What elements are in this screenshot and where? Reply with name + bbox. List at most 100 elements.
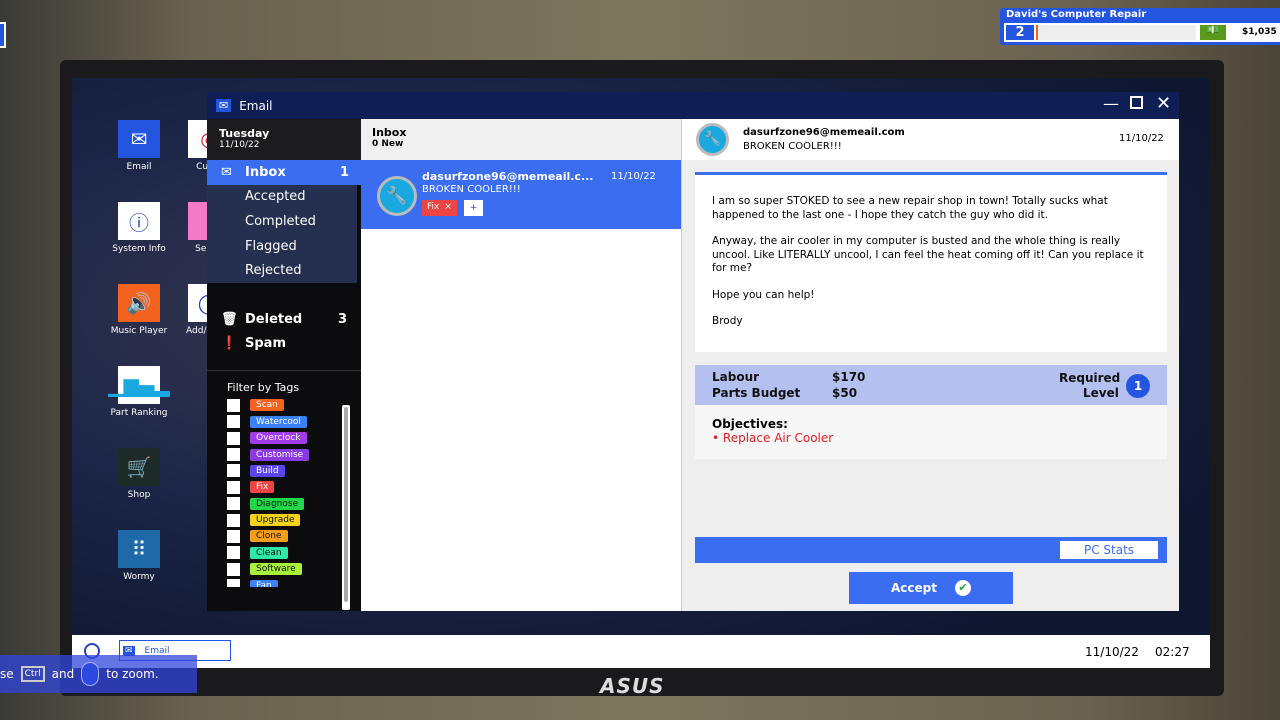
envelope-icon: ✉ [216,99,232,112]
folder-accepted[interactable]: Accepted [207,184,357,210]
tag-filter-scan[interactable]: Scan [227,397,361,413]
email-detail: 🔧 dasurfzone96@memeail.com BROKEN COOLER… [681,119,1179,611]
tag-fix: Fix × [422,200,457,216]
folder-inbox[interactable]: ✉ Inbox 1 [207,160,361,185]
tag-filter-overclock[interactable]: Overclock [227,430,361,446]
label: System Info [112,244,166,254]
tag-label: Fan [250,579,278,588]
add-tag-button[interactable]: + [464,200,483,216]
sender: dasurfzone96@memeail.com [743,127,905,138]
envelope-icon: ✉ [123,645,135,656]
tag-label: Clean [250,546,288,559]
parts-label: Parts Budget [712,386,801,400]
tag-label: Fix [250,481,275,494]
remove-tag-button[interactable]: × [444,202,452,214]
label: Accepted [245,189,306,205]
list-title: Inbox [372,126,407,139]
cart-icon: 🛒 [118,448,160,486]
checkbox[interactable] [227,480,240,494]
checkbox[interactable] [227,448,240,462]
label: Shop [127,490,151,500]
folder-flagged[interactable]: Flagged [207,233,357,259]
player-level: 2 [1006,25,1034,40]
subject: BROKEN COOLER!!! [743,141,842,152]
desktop-icon-wormy[interactable]: ⠿ Wormy [104,530,174,582]
tag-filter-clone[interactable]: Clone [227,528,361,544]
desktop-icon-shop[interactable]: 🛒 Shop [104,448,174,500]
checkbox[interactable] [227,497,240,511]
folder-completed[interactable]: Completed [207,209,357,234]
objective: Replace Air Cooler [722,431,834,445]
labour-value: $170 [832,370,866,384]
list-header: Inbox 0 New [361,119,681,160]
tag-filter-diagnose[interactable]: Diagnose [227,496,361,512]
company-name: David's Computer Repair [1006,9,1147,20]
tag-label: Customise [250,448,310,461]
money-icon: 💵 [1200,25,1226,40]
email-date: 11/10/22 [611,171,656,182]
tag-filter-customise[interactable]: Customise [227,446,361,462]
checkbox[interactable] [227,398,240,412]
paragraph: Hope you can help! [712,288,815,301]
close-button[interactable]: ✕ [1156,93,1171,114]
hint-text: to zoom. [106,667,159,681]
folder-spam[interactable]: ❗ Spam [207,332,361,357]
checkbox[interactable] [227,546,240,560]
date: 11/10/22 [219,140,260,150]
checkbox[interactable] [227,513,240,527]
desktop-icon-music-player[interactable]: 🔊 Music Player [104,284,174,336]
scrollbar[interactable] [342,405,350,610]
tag-filter-fix[interactable]: Fix [227,479,361,495]
inbox-icon: ✉ [221,164,232,180]
folder-deleted[interactable]: 🗑 Deleted 3 [207,307,361,332]
pc-stats-button[interactable]: PC Stats [1060,541,1158,559]
tag-filter-watercool[interactable]: Watercool [227,414,361,430]
accept-button[interactable]: Accept ✔ [849,572,1013,604]
job-summary: Labour $170 Parts Budget $50 Required Level… [695,365,1167,405]
parts-value: $50 [832,386,858,400]
checkbox[interactable] [227,529,240,543]
desktop-icon-system-info[interactable]: ⓘ System Info [104,202,174,254]
tag-label: Scan [250,399,284,412]
tag-filter-clean[interactable]: Clean [227,545,361,561]
stats-bar: PC Stats [695,537,1167,563]
label: Email [126,162,152,172]
paragraph: I am so super STOKED to see a new repair… [712,195,1108,221]
tag-filter-build[interactable]: Build [227,463,361,479]
maximize-button[interactable] [1130,96,1143,109]
checkbox[interactable] [227,431,240,445]
desktop-icon-email[interactable]: ✉ Email [104,120,174,172]
email-list-item[interactable]: 🔧 dasurfzone96@memeail.c... 11/10/22 BRO… [361,160,681,229]
hint-text: se [0,667,14,681]
checkbox[interactable] [227,415,240,429]
money-value: $1,035 [1242,27,1277,37]
desktop-icon-part-ranking[interactable]: ▁▆▄▂ Part Ranking [104,366,174,418]
mouse-wheel-icon [81,662,100,686]
email-subject: BROKEN COOLER!!! [422,184,521,195]
tag-filter-software[interactable]: Software [227,561,361,577]
tag-filter-fan[interactable]: Fan [227,577,361,588]
level-label: Level [1083,386,1119,400]
count: 1 [340,164,350,180]
list-subtitle: 0 New [372,139,404,149]
objectives-label: Objectives: [712,417,788,431]
xp-progress-bar [1036,25,1196,40]
zoom-hint: se Ctrl and to zoom. [0,655,197,693]
left-edge-button[interactable] [0,22,6,48]
checkbox[interactable] [227,562,240,576]
checkbox[interactable] [227,579,240,588]
email-body: I am so super STOKED to see a new repair… [695,172,1167,352]
paragraph: Brody [712,315,743,327]
label: Spam [245,336,286,352]
minimize-button[interactable]: — [1103,94,1119,113]
title-bar: ✉ Email — ✕ [207,92,1179,119]
label: Rejected [245,263,302,279]
hint-text: and [51,667,75,681]
tag-filter-upgrade[interactable]: Upgrade [227,512,361,528]
label: Deleted [245,311,303,327]
checkbox[interactable] [227,464,240,478]
label: Wormy [123,572,155,582]
email-window: ✉ Email — ✕ Tuesday 11/10/22 ✉ Inbox 1 Acce… [207,92,1179,611]
tag-label: Build [250,464,285,477]
folder-rejected[interactable]: Rejected [207,258,357,283]
